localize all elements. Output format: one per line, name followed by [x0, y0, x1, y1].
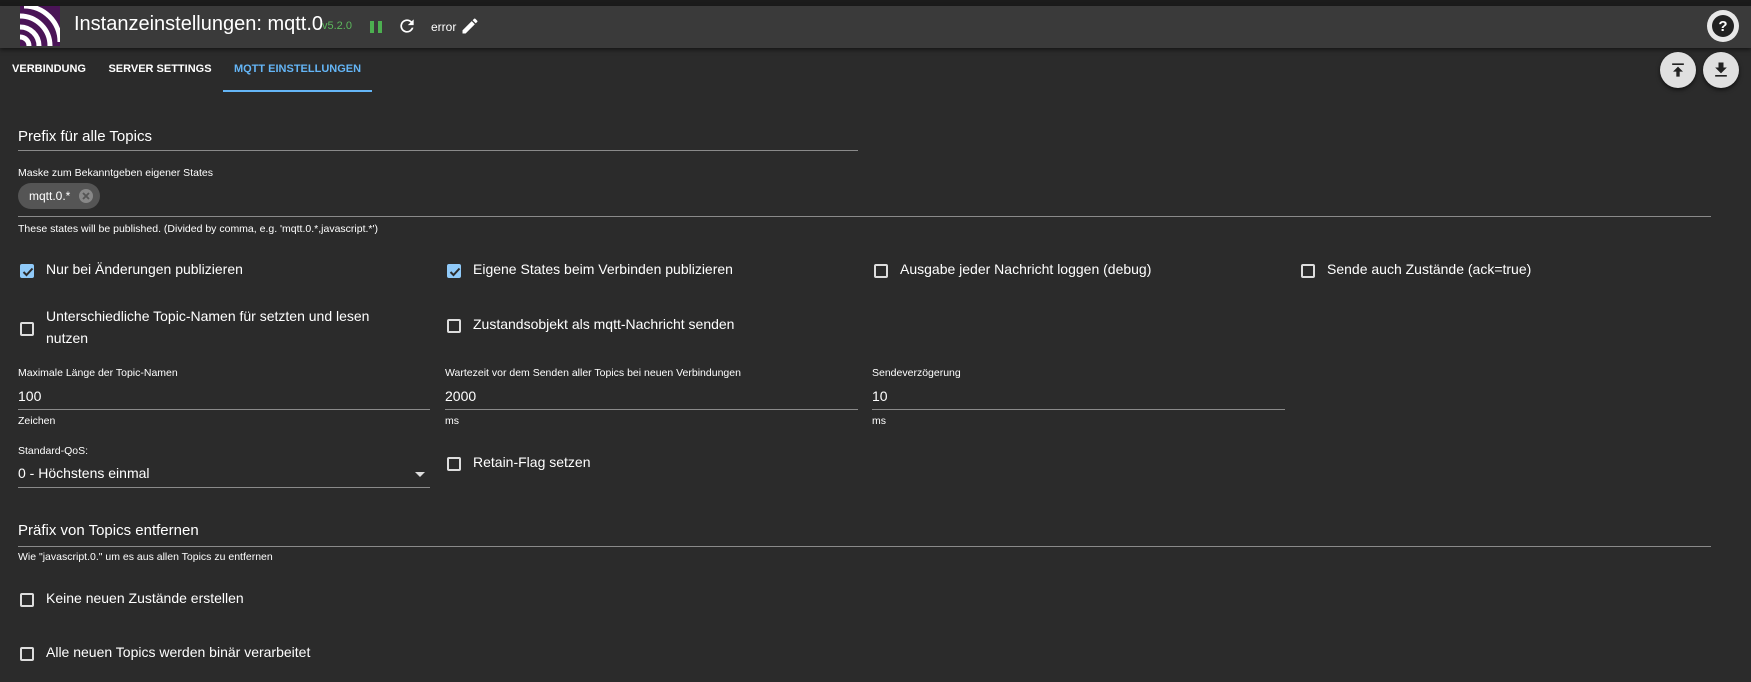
mask-label: Maske zum Bekanntgeben eigener States [18, 167, 213, 179]
qos-underline [18, 487, 430, 488]
mask-input-underline[interactable] [18, 216, 1711, 217]
max-len-label: Maximale Länge der Topic-Namen [18, 367, 178, 379]
upload-icon [1672, 63, 1684, 77]
prefix-input-label[interactable]: Prefix für alle Topics [18, 128, 152, 145]
app-header: Instanzeinstellungen: mqtt.0 v5.2.0 erro… [0, 6, 1751, 48]
edit-icon[interactable] [460, 16, 480, 36]
delay-input[interactable]: 10 [872, 388, 888, 404]
remove-prefix-input-label[interactable]: Präfix von Topics entfernen [18, 522, 199, 539]
own-states-label: Eigene States beim Verbinden publizieren [473, 261, 733, 277]
tab-mqtt-einstellungen[interactable]: MQTT Einstellungen [223, 52, 372, 92]
mask-chip-label: mqtt.0.* [29, 189, 71, 203]
svg-text:?: ? [1718, 18, 1727, 35]
delay-underline [872, 409, 1285, 410]
upload-button[interactable] [1660, 52, 1696, 88]
no-new-states-checkbox[interactable] [20, 593, 34, 607]
delay-helper: ms [872, 415, 886, 427]
prefix-input-underline [18, 150, 858, 151]
only-changes-label: Nur bei Änderungen publizieren [46, 261, 243, 277]
delay-label: Sendeverzögerung [872, 367, 961, 379]
own-states-checkbox[interactable] [447, 264, 461, 278]
max-len-underline [18, 409, 430, 410]
tab-verbindung[interactable]: Verbindung [0, 52, 98, 90]
only-changes-checkbox[interactable] [20, 264, 34, 278]
retain-label: Retain-Flag setzen [473, 454, 591, 470]
ack-checkbox[interactable] [1301, 264, 1315, 278]
version-label: v5.2.0 [322, 20, 352, 32]
mask-helper: These states will be published. (Divided… [18, 223, 378, 235]
wait-input[interactable]: 2000 [445, 388, 476, 404]
retain-checkbox[interactable] [447, 457, 461, 471]
download-icon [1715, 62, 1727, 77]
ack-label: Sende auch Zustände (ack=true) [1327, 261, 1532, 277]
debug-label: Ausgabe jeder Nachricht loggen (debug) [900, 261, 1152, 277]
max-len-helper: Zeichen [18, 415, 56, 427]
download-button[interactable] [1703, 52, 1739, 88]
qos-select[interactable]: 0 - Höchstens einmal [18, 465, 150, 481]
wait-label: Wartezeit vor dem Senden aller Topics be… [445, 367, 741, 379]
remove-prefix-underline [18, 546, 1711, 547]
binary-label: Alle neuen Topics werden binär verarbeit… [46, 644, 311, 660]
diff-topics-checkbox[interactable] [20, 322, 34, 336]
binary-checkbox[interactable] [20, 647, 34, 661]
qos-label: Standard-QoS: [18, 445, 89, 457]
status-label: error [431, 20, 457, 34]
chip-delete-icon[interactable] [78, 188, 94, 204]
no-new-states-label: Keine neuen Zustände erstellen [46, 590, 244, 606]
state-object-label: Zustandsobjekt als mqtt-Nachricht senden [473, 316, 735, 332]
debug-checkbox[interactable] [874, 264, 888, 278]
pause-icon[interactable] [368, 18, 384, 36]
help-icon: ? [1712, 15, 1734, 37]
mask-chip: mqtt.0.* [18, 183, 100, 209]
reload-icon[interactable] [397, 16, 417, 36]
help-button[interactable]: ? [1707, 10, 1739, 42]
max-len-input[interactable]: 100 [18, 388, 41, 404]
wait-underline [445, 409, 858, 410]
diff-topics-label-line2: nutzen [46, 330, 89, 346]
tab-server-settings[interactable]: Server settings [98, 52, 222, 90]
qos-dropdown-icon[interactable] [415, 472, 425, 477]
diff-topics-label-line1: Unterschiedliche Topic-Namen für setzten… [46, 308, 370, 324]
state-object-checkbox[interactable] [447, 319, 461, 333]
mqtt-logo [20, 6, 60, 46]
page-title: Instanzeinstellungen: mqtt.0 [74, 13, 324, 35]
wait-helper: ms [445, 415, 459, 427]
remove-prefix-helper: Wie "javascript.0." um es aus allen Topi… [18, 551, 273, 563]
